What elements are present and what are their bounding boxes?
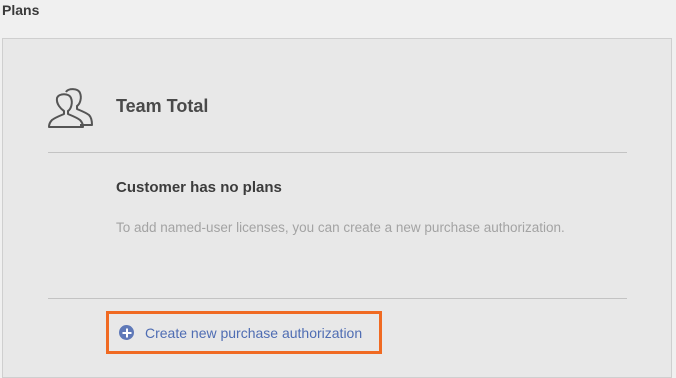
divider	[48, 152, 627, 153]
divider	[48, 298, 627, 299]
plus-circle-icon[interactable]	[119, 325, 134, 340]
create-purchase-authorization-link[interactable]: Create new purchase authorization	[106, 311, 382, 354]
create-purchase-authorization-label[interactable]: Create new purchase authorization	[145, 325, 362, 341]
empty-state-description: To add named-user licenses, you can crea…	[116, 220, 565, 235]
team-users-icon	[47, 87, 95, 129]
plan-card: Team Total Customer has no plans To add …	[2, 38, 672, 378]
empty-state-heading: Customer has no plans	[116, 179, 282, 196]
plan-title: Team Total	[116, 96, 209, 116]
section-title: Plans	[2, 2, 40, 18]
